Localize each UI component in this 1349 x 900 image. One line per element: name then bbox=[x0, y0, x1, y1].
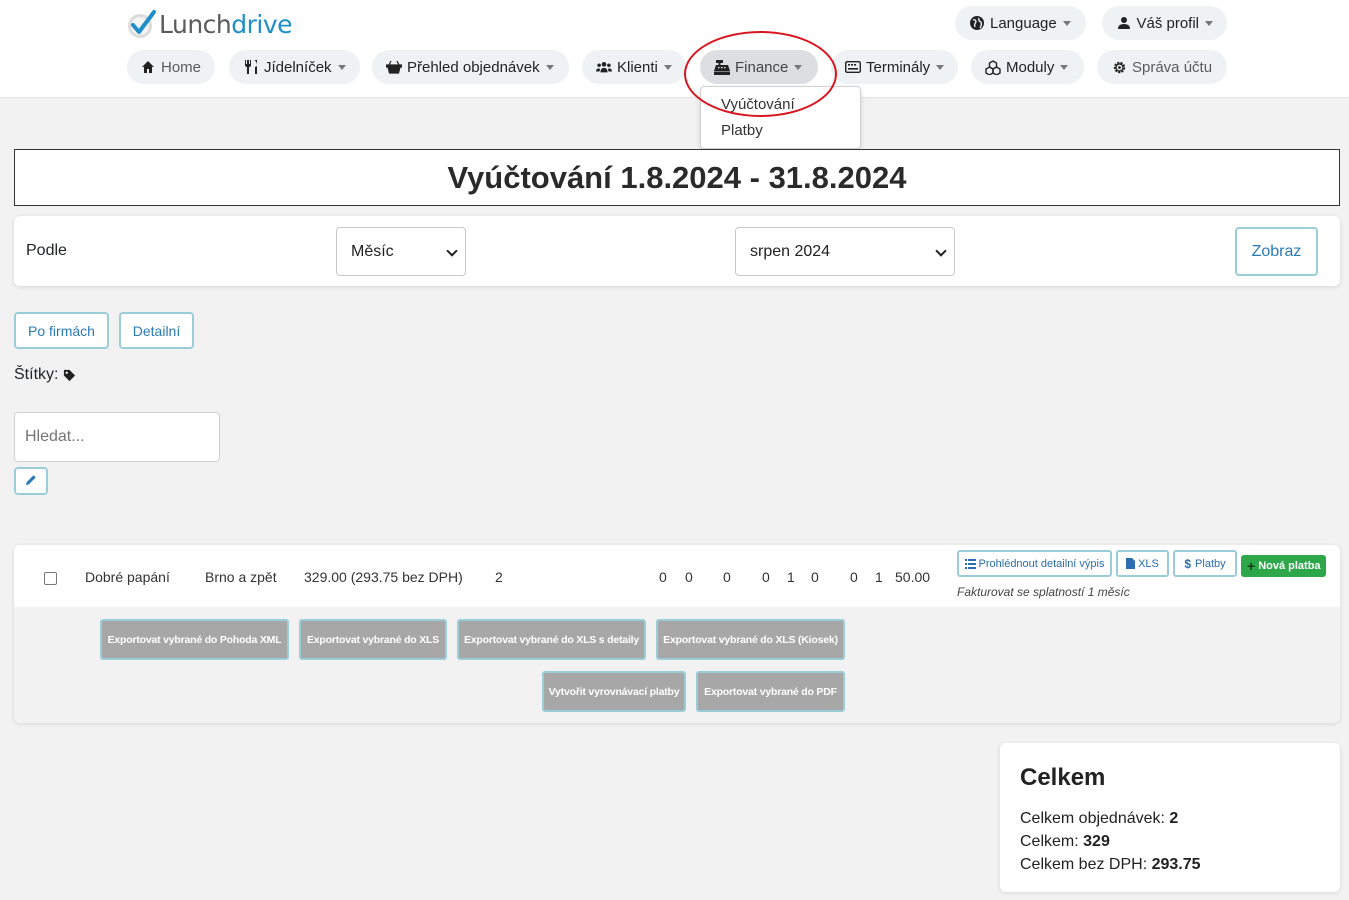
pencil-icon bbox=[25, 473, 37, 489]
invoice-note: Fakturovat se splatností 1 měsíc bbox=[957, 585, 1130, 599]
nav-terminals[interactable]: Terminály bbox=[831, 50, 958, 84]
new-payment-label: Nová platba bbox=[1258, 560, 1321, 572]
tags-label: Štítky: bbox=[14, 366, 59, 383]
logo-text: Lunchdrive bbox=[159, 9, 293, 39]
language-menu[interactable]: Language bbox=[955, 6, 1086, 40]
home-icon bbox=[141, 59, 156, 75]
period-select-value: Měsíc bbox=[351, 242, 394, 260]
page-title: Vyúčtování 1.8.2024 - 31.8.2024 bbox=[14, 149, 1340, 206]
amount-value: 329.00 (293.75 bez DPH) bbox=[304, 569, 463, 585]
chevron-down-icon bbox=[337, 64, 346, 70]
nav-home-label: Home bbox=[160, 58, 201, 76]
nav-clients-label: Klienti bbox=[617, 58, 658, 76]
profile-menu[interactable]: Váš profil bbox=[1102, 6, 1227, 40]
count-cell: 0 bbox=[685, 569, 693, 585]
cubes-icon bbox=[985, 59, 1001, 75]
chevron-down-icon bbox=[1060, 64, 1069, 70]
nav-modules-label: Moduly bbox=[1006, 58, 1055, 76]
language-label: Language bbox=[990, 14, 1057, 32]
dollar-icon: $ bbox=[1184, 556, 1192, 571]
count-cell: 0 bbox=[762, 569, 770, 585]
export-xls-button[interactable]: Exportovat vybrané do XLS bbox=[299, 619, 447, 660]
company-name: Dobré papání bbox=[85, 569, 170, 585]
highlight-annotation bbox=[684, 31, 837, 117]
chevron-down-icon bbox=[936, 64, 945, 70]
filter-label: Podle bbox=[26, 242, 67, 259]
nav-modules[interactable]: Moduly bbox=[971, 50, 1084, 84]
summary-orders: Celkem objednávek: 2 bbox=[1020, 810, 1179, 827]
gear-icon bbox=[1111, 59, 1127, 75]
total-value: 50.00 bbox=[895, 569, 931, 585]
nav-orders-label: Přehled objednávek bbox=[407, 58, 540, 76]
detail-statement-label: Prohlédnout detailní výpis bbox=[978, 557, 1105, 570]
count-cell: 1 bbox=[787, 569, 795, 585]
plus-icon: + bbox=[1247, 558, 1256, 574]
search-input[interactable] bbox=[14, 412, 220, 462]
new-payment-button[interactable]: + Nová platba bbox=[1241, 555, 1326, 577]
summary-total: Celkem: 329 bbox=[1020, 833, 1110, 850]
nav-menu[interactable]: Jídelníček bbox=[229, 50, 360, 84]
top-navbar: Lunchdrive Language Váš profil Home Jíde… bbox=[0, 0, 1349, 98]
detail-statement-button[interactable]: Prohlédnout detailní výpis bbox=[957, 550, 1112, 577]
chevron-down-icon bbox=[1205, 20, 1213, 26]
nav-account[interactable]: Správa účtu bbox=[1097, 50, 1227, 84]
chevron-down-icon bbox=[935, 245, 947, 257]
detailed-button[interactable]: Detailní bbox=[119, 312, 194, 349]
count-cell: 0 bbox=[850, 569, 858, 585]
keyboard-icon bbox=[845, 59, 861, 75]
users-icon bbox=[596, 59, 612, 75]
tags-row: Štítky: bbox=[14, 366, 76, 384]
create-balancing-payments-button[interactable]: Vytvořit vyrovnávací platby bbox=[542, 671, 686, 712]
edit-button[interactable] bbox=[14, 467, 48, 495]
month-select[interactable]: srpen 2024 bbox=[735, 227, 955, 276]
tag-icon[interactable] bbox=[63, 369, 76, 382]
count-cell: 1 bbox=[875, 569, 883, 585]
dropdown-item-payments[interactable]: Platby bbox=[721, 122, 763, 139]
chevron-down-icon bbox=[545, 64, 554, 70]
payments-button[interactable]: $ Platby bbox=[1173, 550, 1237, 577]
logo[interactable]: Lunchdrive bbox=[126, 6, 293, 42]
count-cell: 0 bbox=[659, 569, 667, 585]
orders-count: 2 bbox=[495, 569, 503, 585]
summary-title: Celkem bbox=[1020, 764, 1106, 791]
xls-button[interactable]: XLS bbox=[1116, 550, 1169, 577]
chevron-down-icon bbox=[446, 245, 458, 257]
globe-icon bbox=[969, 15, 985, 31]
utensils-icon bbox=[243, 59, 259, 75]
export-xls-details-button[interactable]: Exportovat vybrané do XLS s detaily bbox=[457, 619, 646, 660]
nav-clients[interactable]: Klienti bbox=[582, 50, 686, 84]
export-pohoda-xml-button[interactable]: Exportovat vybrané do Pohoda XML bbox=[100, 619, 289, 660]
profile-label: Váš profil bbox=[1136, 14, 1199, 32]
payments-label: Platby bbox=[1195, 557, 1226, 570]
count-cell: 0 bbox=[811, 569, 819, 585]
nav-menu-label: Jídelníček bbox=[264, 58, 332, 76]
export-xls-kiosk-button[interactable]: Exportovat vybrané do XLS (Kiosek) bbox=[656, 619, 845, 660]
export-pdf-button[interactable]: Exportovat vybrané do PDF bbox=[696, 671, 845, 712]
basket-icon bbox=[386, 59, 402, 75]
filter-card: Podle Měsíc srpen 2024 Zobraz bbox=[14, 216, 1340, 286]
location-name: Brno a zpět bbox=[205, 569, 277, 585]
show-button[interactable]: Zobraz bbox=[1235, 227, 1318, 276]
by-company-button[interactable]: Po firmách bbox=[14, 312, 109, 349]
row-checkbox[interactable] bbox=[44, 572, 57, 585]
list-icon bbox=[964, 558, 976, 569]
nav-orders[interactable]: Přehled objednávek bbox=[372, 50, 569, 84]
chevron-down-icon bbox=[1062, 20, 1071, 26]
chevron-down-icon bbox=[663, 64, 672, 70]
xls-label: XLS bbox=[1138, 557, 1159, 570]
summary-card: Celkem Celkem objednávek: 2 Celkem: 329 … bbox=[1000, 743, 1340, 892]
summary-net: Celkem bez DPH: 293.75 bbox=[1020, 856, 1201, 873]
nav-terminals-label: Terminály bbox=[866, 58, 931, 76]
user-icon bbox=[1116, 15, 1131, 31]
billing-card: Dobré papání Brno a zpět 329.00 (293.75 … bbox=[14, 545, 1340, 723]
nav-home[interactable]: Home bbox=[127, 50, 215, 84]
period-select[interactable]: Měsíc bbox=[336, 227, 466, 276]
nav-account-label: Správa účtu bbox=[1132, 58, 1213, 76]
count-cell: 0 bbox=[723, 569, 731, 585]
month-select-value: srpen 2024 bbox=[750, 242, 831, 260]
file-icon bbox=[1126, 558, 1136, 569]
logo-check-icon bbox=[128, 10, 156, 38]
